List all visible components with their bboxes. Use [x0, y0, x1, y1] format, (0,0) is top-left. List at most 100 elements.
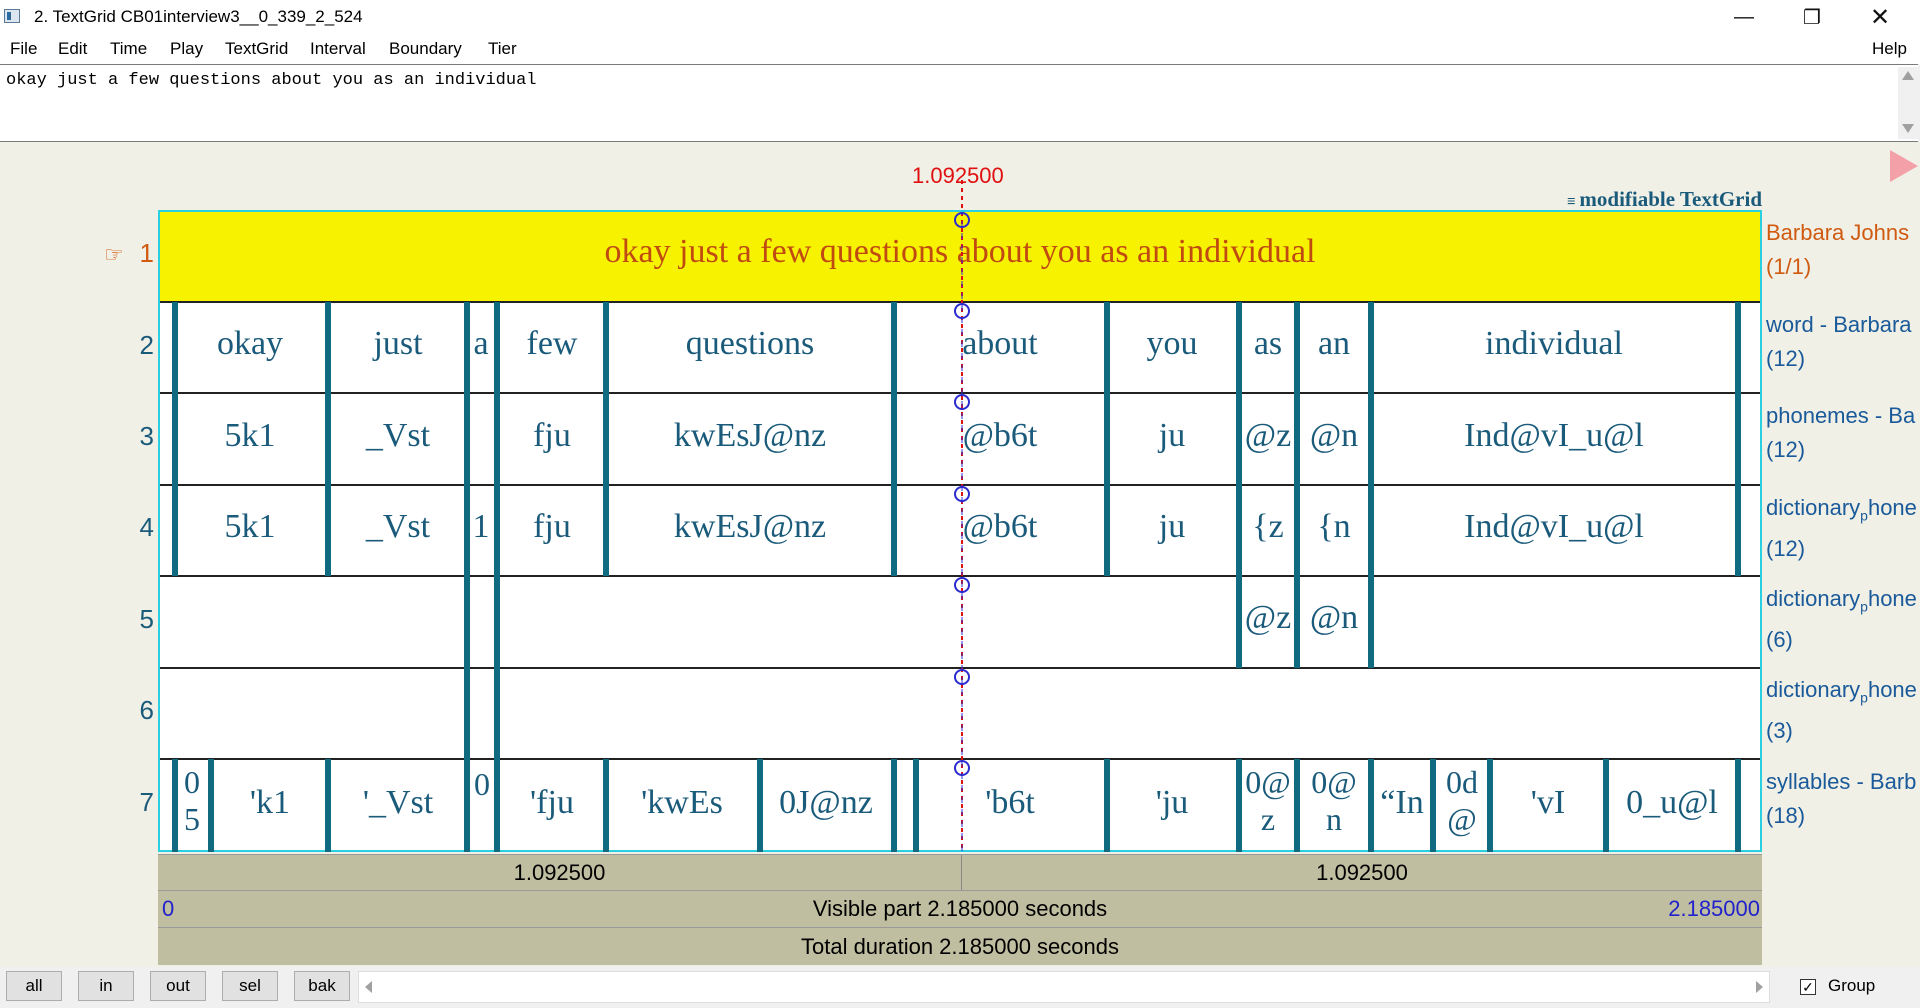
menu-play[interactable]: Play [170, 39, 203, 59]
group-checkbox[interactable]: ✓ [1800, 979, 1816, 995]
bottom-toolbar: all in out sel bak ✓ Group [0, 967, 1920, 1008]
tier-2-interval[interactable]: okay [175, 325, 325, 363]
visible-part-bar[interactable]: 0 Visible part 2.185000 seconds 2.185000 [158, 890, 1762, 927]
tier-4-interval[interactable]: Ind@vI_u@l [1372, 508, 1736, 546]
tier-3-interval[interactable]: _Vst [328, 417, 468, 455]
tier-7-interval[interactable]: 'b6t [940, 784, 1080, 822]
tier-name-5[interactable]: dictionaryphone (6) [1766, 582, 1917, 657]
menu-file[interactable]: File [10, 39, 37, 59]
play-triangle-icon[interactable] [1890, 150, 1918, 182]
scroll-left-icon[interactable] [365, 981, 372, 993]
window-title: 2. TextGrid CB01interview3__0_339_2_524 [34, 7, 363, 26]
tier-name-1[interactable]: Barbara Johns (1/1) [1766, 216, 1909, 284]
left-duration[interactable]: 1.092500 [158, 855, 962, 890]
tier-2-interval[interactable]: questions [607, 325, 893, 363]
tier-2-interval[interactable]: you [1108, 325, 1236, 363]
text-scrollbar[interactable] [1898, 67, 1918, 139]
tier-7-interval[interactable]: 'fju [500, 784, 604, 822]
visible-end: 2.185000 [1668, 896, 1760, 921]
tier-4-interval[interactable]: kwEsJ@nz [607, 508, 893, 546]
zoom-back-button[interactable]: bak [294, 971, 350, 1001]
scroll-down-icon[interactable] [1902, 124, 1914, 133]
tier-1-interval-text[interactable]: okay just a few questions about you as a… [400, 233, 1520, 271]
tier-7-interval[interactable]: 0_u@l [1608, 784, 1736, 822]
menu-boundary[interactable]: Boundary [389, 39, 462, 59]
close-button[interactable]: ✕ [1846, 0, 1914, 34]
tier-7-interval[interactable]: 'vI [1492, 784, 1604, 822]
tier-3-interval[interactable]: 5k1 [175, 417, 325, 455]
selection-duration-bar[interactable]: 1.092500 1.092500 [158, 854, 1762, 890]
interval-text-value[interactable]: okay just a few questions about you as a… [6, 71, 537, 90]
interval-text-field[interactable]: okay just a few questions about you as a… [0, 64, 1918, 143]
menu-time[interactable]: Time [110, 39, 147, 59]
menu-interval[interactable]: Interval [310, 39, 366, 59]
tier-number-5: 5 [139, 604, 154, 634]
menu-bar: File Edit Time Play TextGrid Interval Bo… [0, 34, 1920, 64]
menu-tier[interactable]: Tier [488, 39, 517, 59]
tier-4-interval[interactable]: fju [500, 508, 604, 546]
tier-7-interval[interactable]: 0d @ [1434, 764, 1490, 838]
tier-3-interval[interactable]: @n [1298, 417, 1370, 455]
tier-2-interval[interactable]: as [1240, 325, 1296, 363]
tier-7-interval[interactable]: 0@ n [1298, 764, 1370, 838]
tier-3-interval[interactable]: @b6t [940, 417, 1060, 455]
tier-name-3[interactable]: phonemes - Ba (12) [1766, 399, 1915, 467]
tier-4-interval[interactable]: {z [1240, 508, 1296, 546]
horizontal-scrollbar[interactable] [358, 971, 1770, 1003]
tier-3-interval[interactable]: Ind@vI_u@l [1372, 417, 1736, 455]
tier-name-4[interactable]: dictionaryphone (12) [1766, 491, 1917, 566]
tier-2-interval[interactable]: few [500, 325, 604, 363]
minimize-button[interactable]: — [1710, 0, 1778, 34]
group-label: Group [1828, 976, 1876, 995]
right-duration[interactable]: 1.092500 [962, 855, 1762, 890]
tier-number-2: 2 [139, 330, 154, 360]
tier-4-interval[interactable]: _Vst [328, 508, 468, 546]
tier-4-interval[interactable]: 1 [466, 508, 496, 546]
tier-name-7[interactable]: syllables - Barb (18) [1766, 765, 1916, 833]
menu-help[interactable]: Help [1872, 39, 1907, 59]
tier-7-interval[interactable]: 'kwEs [607, 784, 757, 822]
tier-7-interval[interactable]: '_Vst [328, 784, 468, 822]
tier-7-interval[interactable]: 0@ z [1238, 764, 1298, 838]
tier-number-6: 6 [139, 695, 154, 725]
scroll-right-icon[interactable] [1756, 981, 1763, 993]
tier-4-interval[interactable]: @b6t [940, 508, 1060, 546]
tier-7-interval[interactable]: “In [1372, 784, 1432, 822]
total-duration-label: Total duration 2.185000 seconds [800, 934, 1119, 959]
zoom-out-button[interactable]: out [150, 971, 206, 1001]
tier-number-7: 7 [139, 787, 154, 817]
tier-3-interval[interactable]: @z [1240, 417, 1296, 455]
tier-7-interval[interactable]: 'ju [1108, 784, 1236, 822]
tier-4-interval[interactable]: ju [1108, 508, 1236, 546]
total-duration-bar[interactable]: Total duration 2.185000 seconds [158, 927, 1762, 965]
tier-7-interval[interactable]: 0J@nz [762, 784, 890, 822]
menu-textgrid[interactable]: TextGrid [225, 39, 288, 59]
zoom-in-button[interactable]: in [78, 971, 134, 1001]
tier-name-2[interactable]: word - Barbara (12) [1766, 308, 1912, 376]
tier-7-interval[interactable]: 'k1 [214, 784, 326, 822]
tier-names-column: Barbara Johns (1/1) word - Barbara (12) ph… [1766, 210, 1920, 850]
tier-2-interval[interactable]: individual [1372, 325, 1736, 363]
zoom-selection-button[interactable]: sel [222, 971, 278, 1001]
tier-7-interval[interactable]: 0 [468, 766, 496, 803]
tier-5-interval[interactable]: @z [1240, 599, 1296, 637]
tier-2-interval[interactable]: a [466, 325, 496, 363]
tier-3-interval[interactable]: kwEsJ@nz [607, 417, 893, 455]
cursor-time-label: 1.092500 [912, 163, 1004, 188]
tier-5-interval[interactable]: @n [1298, 599, 1370, 637]
tier-2-interval[interactable]: just [328, 325, 468, 363]
tier-2-interval[interactable]: about [940, 325, 1060, 363]
tier-number-1: 1 [139, 238, 154, 268]
scroll-up-icon[interactable] [1902, 71, 1914, 80]
menu-edit[interactable]: Edit [58, 39, 87, 59]
zoom-all-button[interactable]: all [6, 971, 62, 1001]
maximize-button[interactable]: ❐ [1778, 0, 1846, 34]
tier-7-interval[interactable]: 05 [176, 764, 208, 838]
tier-4-interval[interactable]: {n [1298, 508, 1370, 546]
tier-3-interval[interactable]: fju [500, 417, 604, 455]
tier-number-3: 3 [139, 421, 154, 451]
tier-name-6[interactable]: dictionaryphone (3) [1766, 673, 1917, 748]
tier-3-interval[interactable]: ju [1108, 417, 1236, 455]
tier-4-interval[interactable]: 5k1 [175, 508, 325, 546]
tier-2-interval[interactable]: an [1298, 325, 1370, 363]
